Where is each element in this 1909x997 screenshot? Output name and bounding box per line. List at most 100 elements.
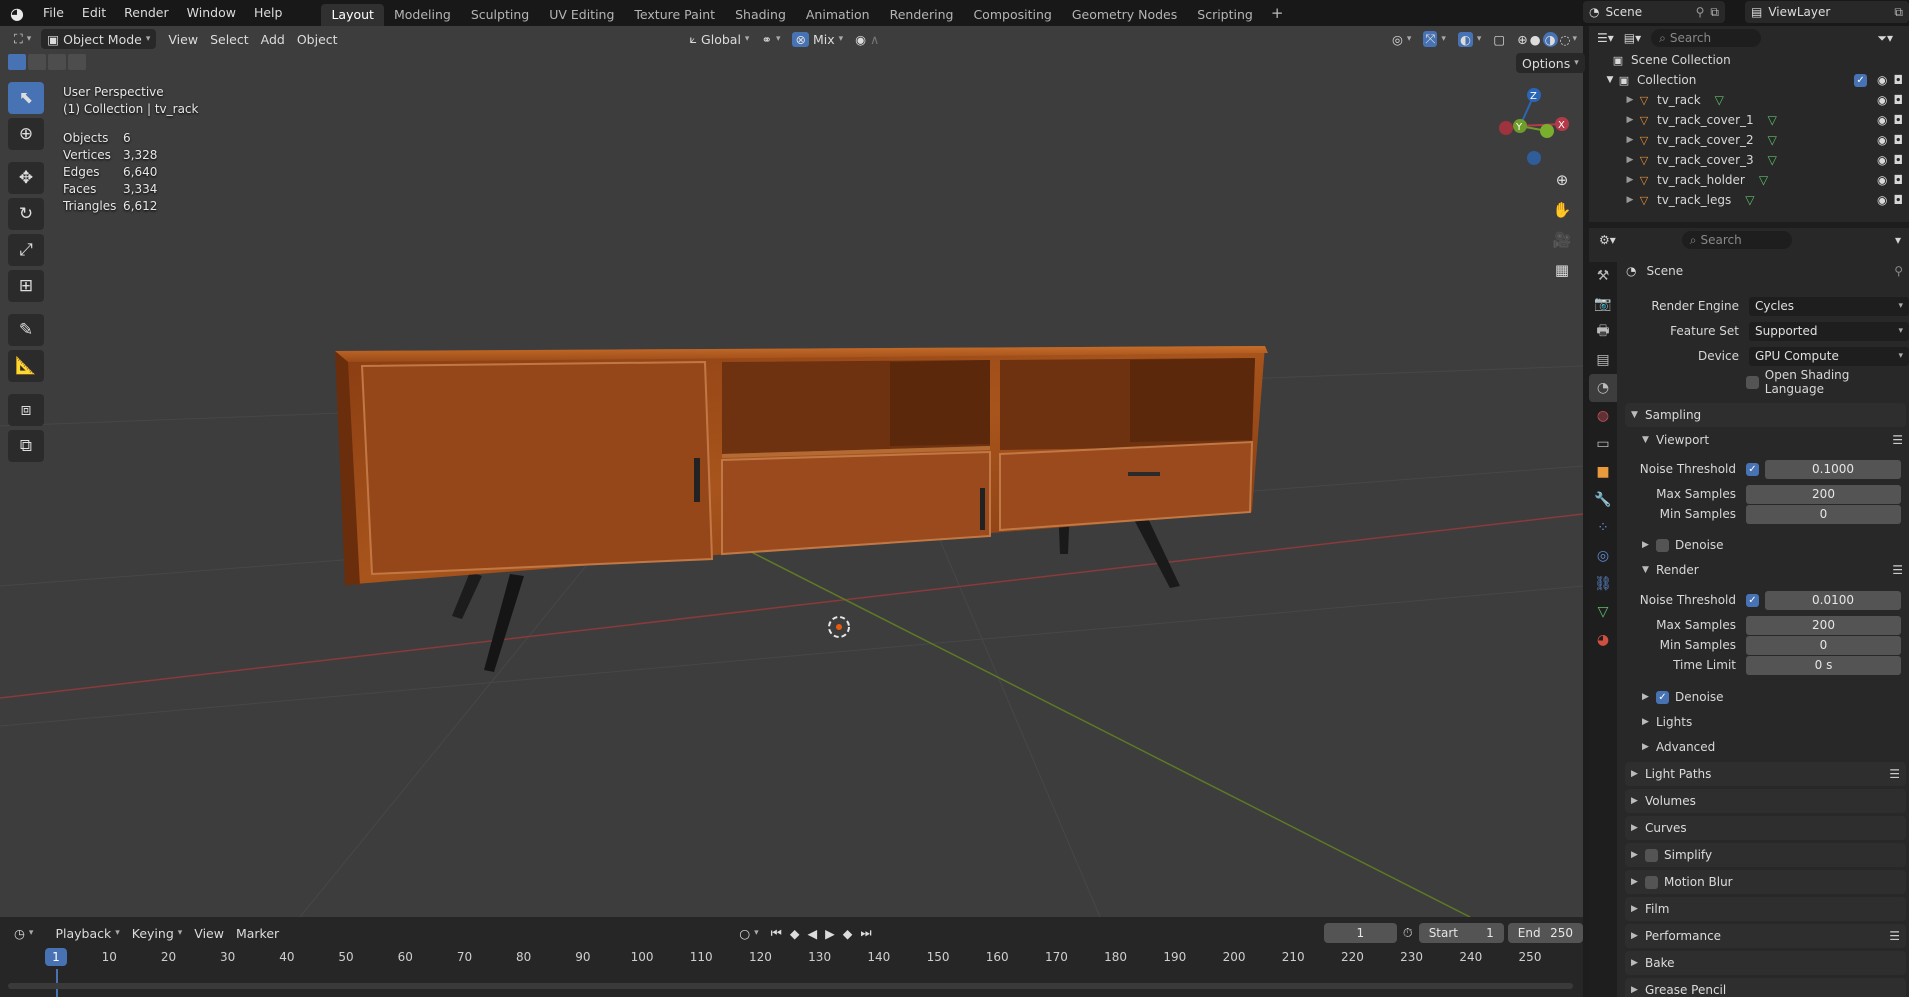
- panel-curves[interactable]: ▶ Curves: [1625, 816, 1906, 840]
- properties-search-input[interactable]: ⌕ Search: [1681, 231, 1792, 249]
- editor-type-button[interactable]: ⛶ ▾: [8, 29, 37, 49]
- tab-particles[interactable]: ⁘: [1589, 514, 1617, 542]
- next-keyframe-icon[interactable]: ◆: [843, 926, 853, 941]
- select-subtract-icon[interactable]: [48, 54, 66, 70]
- navigation-gizmo[interactable]: Z X Y: [1499, 88, 1569, 165]
- tab-physics[interactable]: ◎: [1589, 542, 1617, 570]
- sampling-panel-header[interactable]: ▼ Sampling: [1625, 403, 1906, 427]
- outliner-editor-icon[interactable]: ☰▾: [1597, 31, 1614, 45]
- render-camera-icon[interactable]: ◘: [1894, 73, 1904, 87]
- tab-render[interactable]: 📷: [1589, 290, 1617, 318]
- visibility-eye-icon[interactable]: ◉: [1877, 93, 1887, 107]
- add-workspace-button[interactable]: +: [1263, 0, 1292, 26]
- blender-logo-icon[interactable]: ◕: [6, 2, 28, 24]
- osl-checkbox[interactable]: [1746, 375, 1759, 389]
- menu-object[interactable]: Object: [291, 29, 344, 49]
- select-extend-icon[interactable]: [28, 54, 46, 70]
- motion-blur-checkbox[interactable]: [1645, 875, 1658, 889]
- scene-collection-row[interactable]: ▣ Scene Collection: [1589, 50, 1909, 70]
- menu-window[interactable]: Window: [178, 0, 245, 26]
- tab-shading[interactable]: Shading: [725, 4, 796, 26]
- select-intersect-icon[interactable]: [68, 54, 86, 70]
- scene-selector[interactable]: ◔ Scene ⚲ ⧉: [1583, 1, 1725, 23]
- panel-volumes[interactable]: ▶ Volumes: [1625, 789, 1906, 813]
- render-camera-icon[interactable]: ◘: [1894, 153, 1904, 167]
- filter-icon[interactable]: ⏷▾: [1877, 31, 1893, 46]
- visibility-eye-icon[interactable]: ◉: [1877, 73, 1887, 87]
- outliner-object-row[interactable]: ▶ ▽ tv_rack ▽ ◉ ◘: [1589, 90, 1909, 110]
- timeline-editor-type[interactable]: ◷ ▾: [8, 923, 39, 943]
- tv-rack-model[interactable]: [335, 346, 1268, 586]
- 3d-viewport[interactable]: Z X Y: [0, 26, 1583, 917]
- tab-texture-paint[interactable]: Texture Paint: [624, 4, 725, 26]
- tab-world[interactable]: ◍: [1589, 402, 1617, 430]
- ortho-grid-icon[interactable]: ▦: [1549, 257, 1575, 283]
- outliner-object-row[interactable]: ▶ ▽ tv_rack_cover_1 ▽ ◉ ◘: [1589, 110, 1909, 130]
- render-denoise-checkbox[interactable]: ✓: [1656, 690, 1669, 704]
- jump-end-icon[interactable]: ⏭: [860, 925, 871, 941]
- transform-tool[interactable]: ⊞: [8, 270, 44, 302]
- tab-scripting[interactable]: Scripting: [1187, 4, 1263, 26]
- tab-sculpting[interactable]: Sculpting: [461, 4, 539, 26]
- panel-grease-pencil[interactable]: ▶ Grease Pencil: [1625, 978, 1906, 997]
- render-noise-checkbox[interactable]: ✓: [1746, 593, 1759, 607]
- feature-set-dropdown[interactable]: Supported ▾: [1749, 321, 1909, 341]
- outliner-object-row[interactable]: ▶ ▽ tv_rack_cover_2 ▽ ◉ ◘: [1589, 130, 1909, 150]
- menu-file[interactable]: File: [34, 0, 73, 26]
- tab-geometry-nodes[interactable]: Geometry Nodes: [1062, 4, 1187, 26]
- camera-view-icon[interactable]: 🎥: [1549, 227, 1575, 253]
- zoom-icon[interactable]: ⊕: [1549, 167, 1575, 193]
- pan-hand-icon[interactable]: ✋: [1549, 197, 1575, 223]
- options-dropdown[interactable]: Options ▾: [1516, 53, 1585, 73]
- menu-view[interactable]: View: [162, 29, 204, 49]
- device-dropdown[interactable]: GPU Compute ▾: [1749, 346, 1909, 366]
- tab-tool[interactable]: ⚒: [1589, 262, 1617, 290]
- visibility-eye-icon[interactable]: ◉: [1877, 193, 1887, 207]
- properties-options-icon[interactable]: ▾: [1895, 233, 1901, 247]
- start-frame-field[interactable]: Start 1: [1418, 923, 1504, 943]
- snap-icon[interactable]: ⊗: [792, 31, 809, 47]
- lights-subpanel[interactable]: ▶ Lights: [1622, 711, 1909, 733]
- presets-list-icon[interactable]: ☰: [1892, 433, 1903, 447]
- visibility-dropdown[interactable]: ◎ ▾: [1386, 29, 1417, 49]
- annotate-tool[interactable]: ✎: [8, 314, 44, 346]
- timeline-view-menu[interactable]: View: [188, 923, 230, 943]
- stopwatch-icon[interactable]: ⏱: [1397, 923, 1419, 943]
- menu-help[interactable]: Help: [245, 0, 292, 26]
- simplify-checkbox[interactable]: [1645, 848, 1658, 862]
- measure-tool[interactable]: 📐: [8, 350, 44, 382]
- outliner-search-input[interactable]: ⌕ Search: [1651, 29, 1762, 47]
- render-denoise-subpanel[interactable]: ▶ ✓ Denoise: [1622, 686, 1909, 708]
- tab-rendering[interactable]: Rendering: [880, 4, 964, 26]
- visibility-eye-icon[interactable]: ◉: [1877, 173, 1887, 187]
- marker-menu[interactable]: Marker: [230, 923, 285, 943]
- play-icon[interactable]: ▶: [825, 926, 835, 941]
- presets-list-icon[interactable]: ☰: [1892, 563, 1903, 577]
- panel-bake[interactable]: ▶ Bake: [1625, 951, 1906, 975]
- expand-chevron-icon[interactable]: ▼: [1603, 73, 1617, 87]
- tab-constraints[interactable]: ⛓: [1589, 570, 1617, 598]
- cursor-tool[interactable]: ⊕: [8, 118, 44, 150]
- collection-row[interactable]: ▼ ▣ Collection ✓ ◉ ◘: [1589, 70, 1909, 90]
- tab-compositing[interactable]: Compositing: [963, 4, 1061, 26]
- jump-start-icon[interactable]: ⏮: [771, 925, 782, 941]
- render-min-samples-field[interactable]: 0: [1746, 635, 1901, 655]
- panel-film[interactable]: ▶ Film: [1625, 897, 1906, 921]
- outliner-object-row[interactable]: ▶ ▽ tv_rack_legs ▽ ◉ ◘: [1589, 190, 1909, 210]
- new-view-layer-icon[interactable]: ⧉: [1894, 5, 1903, 20]
- render-camera-icon[interactable]: ◘: [1894, 133, 1904, 147]
- menu-add[interactable]: Add: [255, 29, 291, 49]
- xray-toggle[interactable]: ▢: [1487, 29, 1511, 49]
- expand-chevron-icon[interactable]: ▶: [1623, 133, 1637, 147]
- presets-list-icon[interactable]: ☰: [1889, 767, 1900, 781]
- solid-shading-icon[interactable]: ●: [1530, 32, 1541, 47]
- expand-chevron-icon[interactable]: ▶: [1623, 173, 1637, 187]
- outliner-object-row[interactable]: ▶ ▽ tv_rack_cover_3 ▽ ◉ ◘: [1589, 150, 1909, 170]
- viewport-noise-checkbox[interactable]: ✓: [1746, 462, 1759, 476]
- rotate-tool[interactable]: ↻: [8, 198, 44, 230]
- expand-chevron-icon[interactable]: ▶: [1623, 153, 1637, 167]
- panel-motion-blur[interactable]: ▶ Motion Blur: [1625, 870, 1906, 894]
- expand-chevron-icon[interactable]: ▶: [1623, 93, 1637, 107]
- tab-modifiers[interactable]: 🔧: [1589, 486, 1617, 514]
- menu-render[interactable]: Render: [115, 0, 178, 26]
